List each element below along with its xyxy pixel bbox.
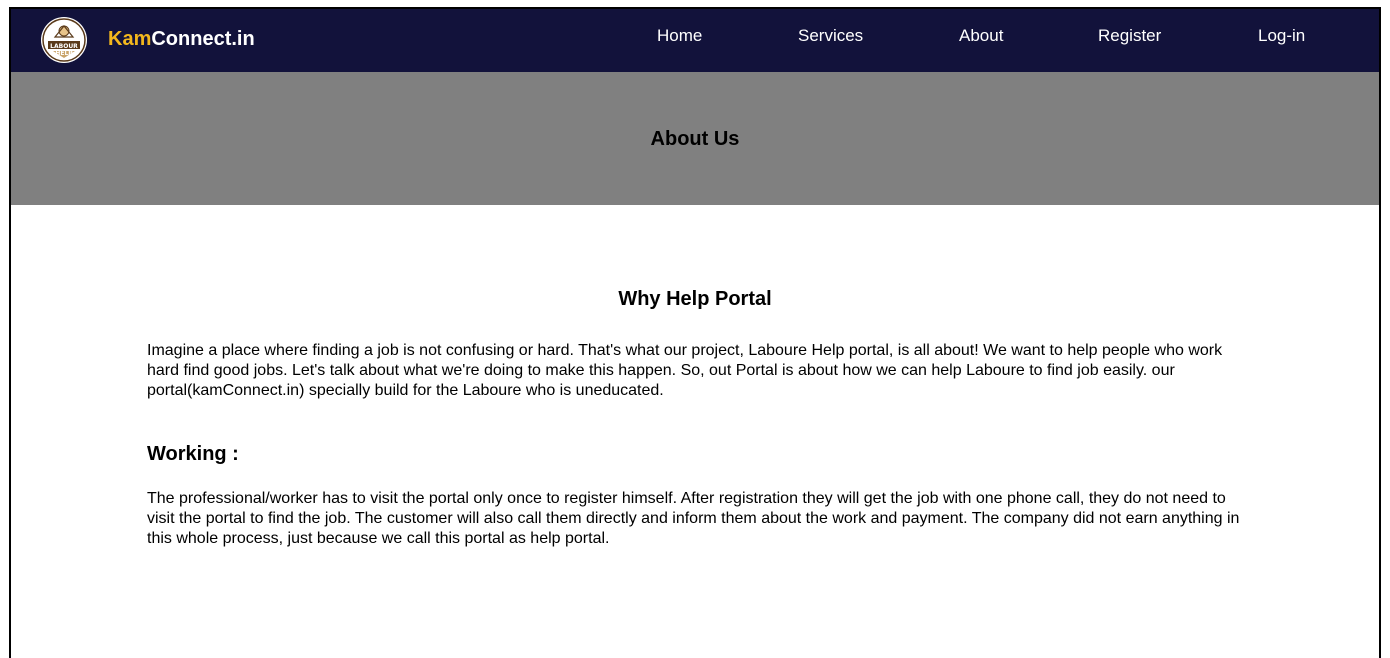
- nav-login[interactable]: Log-in: [1258, 26, 1305, 46]
- section-heading-why-help-portal: Why Help Portal: [618, 288, 772, 310]
- nav-home[interactable]: Home: [657, 26, 702, 46]
- brand-name-accent: Kam: [108, 28, 152, 50]
- nav-register[interactable]: Register: [1098, 26, 1161, 46]
- page-banner: About Us: [11, 72, 1379, 205]
- intro-paragraph: Imagine a place where finding a job is n…: [147, 342, 1223, 399]
- labour-help-logo-icon[interactable]: LABOUR HELP: [41, 17, 87, 63]
- working-paragraph: The professional/worker has to visit the…: [147, 490, 1240, 547]
- page-frame: LABOUR HELP KamConnect.in Home Services …: [9, 7, 1381, 658]
- brand-name-rest: Connect.in: [151, 28, 255, 50]
- banner-title: About Us: [650, 128, 740, 150]
- nav-services[interactable]: Services: [798, 26, 863, 46]
- navbar: LABOUR HELP KamConnect.in Home Services …: [11, 9, 1379, 72]
- working-heading: Working :: [147, 443, 239, 465]
- brand-name[interactable]: KamConnect.in: [108, 28, 255, 51]
- logo-graphic: [42, 18, 86, 62]
- nav-about[interactable]: About: [959, 26, 1003, 46]
